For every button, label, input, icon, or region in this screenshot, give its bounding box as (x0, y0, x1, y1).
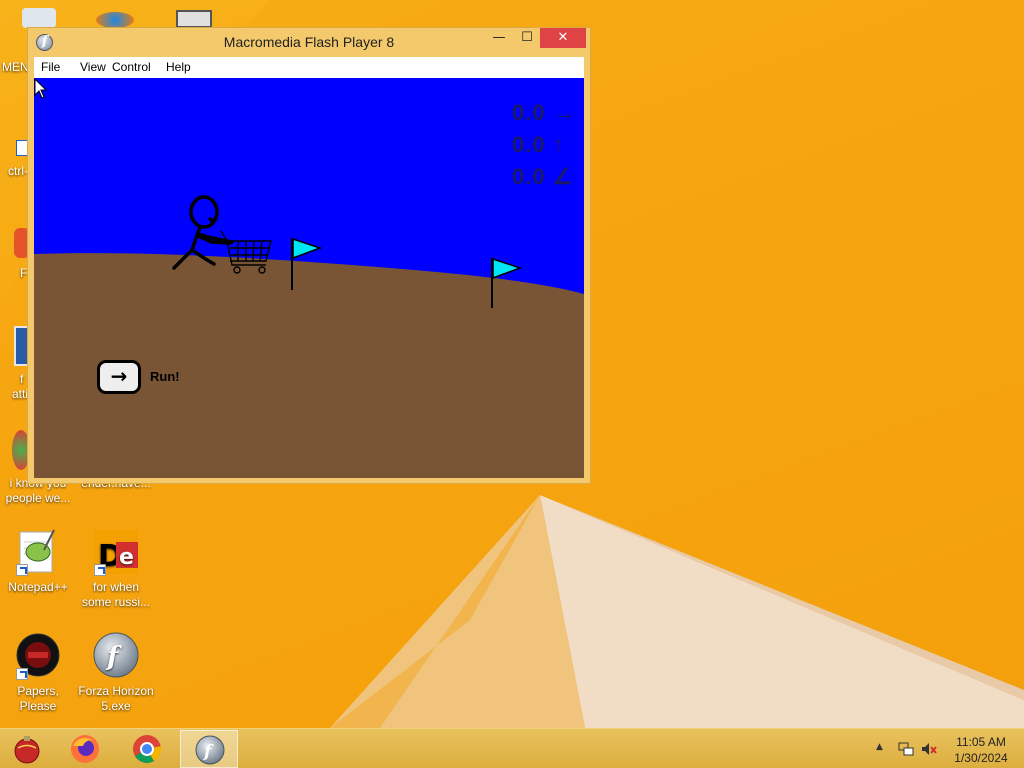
ornament-icon (14, 736, 40, 764)
edge-label-f2: f (20, 372, 24, 386)
chrome-icon (133, 735, 162, 763)
flash-player-icon: f (195, 735, 225, 765)
shortcut-arrow-icon (16, 668, 28, 680)
shortcut-arrow-icon (94, 564, 106, 576)
menu-view[interactable]: View (80, 60, 106, 74)
run-label: Run! (150, 369, 180, 384)
game-scene (34, 195, 584, 478)
taskbar-clock[interactable]: 11:05 AM 1/30/2024 (944, 734, 1018, 766)
papers-please-icon (14, 632, 62, 680)
de-app-icon: D e (92, 528, 140, 576)
menu-file[interactable]: File (41, 60, 60, 74)
desktop-icon-forza-horizon[interactable]: f Forza Horizon 5.exe (78, 632, 154, 714)
taskbar-firefox[interactable] (56, 730, 114, 768)
taskbar-start-ornament[interactable] (0, 730, 58, 768)
taskbar-flash-player[interactable]: f (180, 730, 238, 768)
hud-angle: 0.0 ∠ (512, 164, 574, 189)
hud-distance: 0.0 → (512, 100, 576, 125)
run-button[interactable]: → (97, 360, 141, 394)
svg-text:e: e (119, 545, 134, 570)
clock-date: 1/30/2024 (954, 751, 1008, 765)
recycle-bin-icon[interactable] (22, 8, 56, 28)
edge-label-men: MEN (2, 60, 29, 74)
flash-player-icon: f (92, 632, 140, 680)
close-button[interactable]: ✕ (540, 28, 586, 48)
menu-help[interactable]: Help (166, 60, 191, 74)
taskbar: f ▲ 11:05 AM 1/30/2024 (0, 728, 1024, 768)
edge-label-ctrl: ctrl- (8, 164, 28, 178)
tray-overflow-chevron-icon[interactable]: ▲ (876, 742, 883, 768)
desktop-icon-label: Notepad++ (8, 580, 68, 594)
notepad-plus-plus-icon (14, 528, 62, 576)
volume-muted-icon[interactable] (920, 741, 938, 757)
menu-control[interactable]: Control (112, 60, 151, 74)
menu-bar: File View Control Help (34, 57, 584, 78)
shortcut-arrow-icon (16, 564, 28, 576)
network-icon[interactable] (898, 741, 914, 757)
maximize-button[interactable]: ☐ (514, 28, 540, 48)
firefox-desktop-icon[interactable] (96, 12, 134, 28)
desktop-icon-papers-please[interactable]: Papers, Please (0, 632, 76, 714)
desktop-icon-for-when[interactable]: D e for when some russi... (78, 528, 154, 610)
desktop-icon-notepad-plus-plus[interactable]: Notepad++ (0, 528, 76, 595)
edge-label-atti: atti (12, 387, 29, 401)
window-titlebar[interactable]: Macromedia Flash Player 8 — ☐ ✕ (28, 28, 590, 57)
flash-stage[interactable]: 0.0 → 0.0 ↑ 0.0 ∠ → Run! (34, 78, 584, 478)
taskbar-chrome[interactable] (118, 730, 176, 768)
minimize-button[interactable]: — (486, 28, 512, 48)
flash-player-window[interactable]: Macromedia Flash Player 8 — ☐ ✕ File Vie… (27, 27, 591, 484)
mouse-cursor-icon (34, 78, 48, 99)
firefox-icon (71, 735, 99, 763)
desktop-icon-label: for when some russi... (81, 580, 150, 609)
clock-time: 11:05 AM (956, 735, 1006, 749)
app-desktop-icon[interactable] (176, 10, 212, 28)
desktop-icon-label: Papers, Please (17, 684, 59, 713)
desktop-icon-label: Forza Horizon 5.exe (78, 684, 154, 713)
hud-height: 0.0 ↑ (512, 132, 565, 157)
